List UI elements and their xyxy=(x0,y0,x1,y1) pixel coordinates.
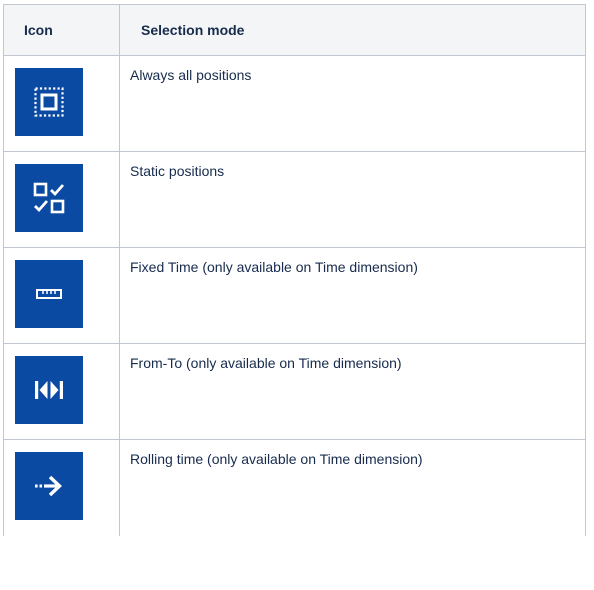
table-row: From-To (only available on Time dimensio… xyxy=(3,343,586,440)
table-row: Fixed Time (only available on Time dimen… xyxy=(3,247,586,344)
list-item-label: From-To (only available on Time dimensio… xyxy=(119,343,586,440)
list-item-label: Fixed Time (only available on Time dimen… xyxy=(119,247,586,344)
header-icon: Icon xyxy=(3,4,120,56)
rolling-time-arrow-icon xyxy=(15,452,83,520)
select-all-icon xyxy=(15,68,83,136)
fixed-time-ruler-icon xyxy=(15,260,83,328)
icon-cell xyxy=(3,343,120,440)
icon-cell xyxy=(3,439,120,536)
table-row: Always all positions xyxy=(3,55,586,152)
static-positions-icon xyxy=(15,164,83,232)
icon-cell xyxy=(3,247,120,344)
selection-mode-table: Icon Selection mode Always all positions xyxy=(3,4,586,536)
list-item-label: Always all positions xyxy=(119,55,586,152)
table-header-row: Icon Selection mode xyxy=(3,4,586,56)
table-row: Static positions xyxy=(3,151,586,248)
icon-cell xyxy=(3,151,120,248)
icon-cell xyxy=(3,55,120,152)
table-row: Rolling time (only available on Time dim… xyxy=(3,439,586,536)
from-to-icon xyxy=(15,356,83,424)
list-item-label: Rolling time (only available on Time dim… xyxy=(119,439,586,536)
header-selection-mode: Selection mode xyxy=(119,4,586,56)
list-item-label: Static positions xyxy=(119,151,586,248)
